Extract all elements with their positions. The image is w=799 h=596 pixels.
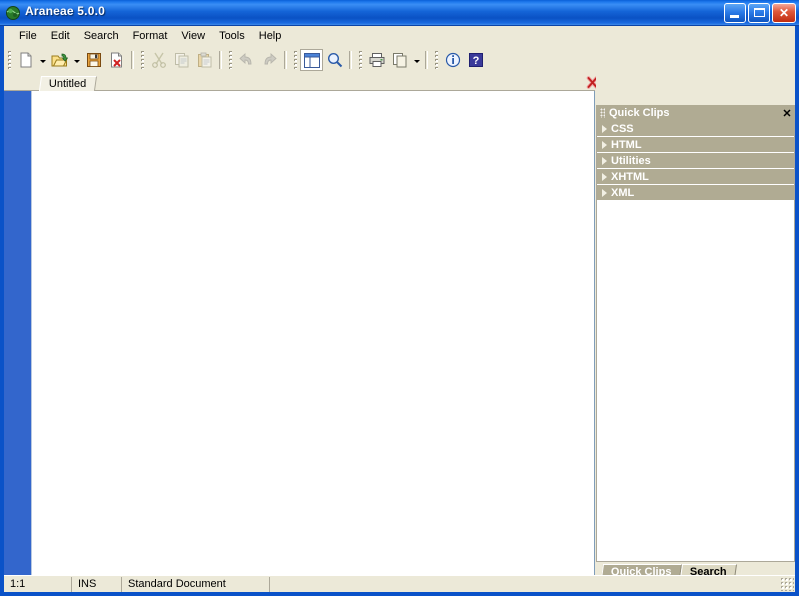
toolbar: ? bbox=[4, 46, 795, 74]
print-preview-button[interactable] bbox=[388, 49, 411, 71]
status-bar: 1:1 INS Standard Document bbox=[4, 575, 795, 592]
toolbar-separator bbox=[425, 51, 428, 69]
menu-bar: File Edit Search Format View Tools Help bbox=[4, 26, 795, 46]
panel-drag-grip[interactable] bbox=[600, 108, 605, 118]
toolbar-grip[interactable] bbox=[435, 51, 438, 69]
svg-text:?: ? bbox=[472, 55, 479, 67]
quick-clips-panel: Quick Clips ✕ CSS HTML Utilities XHTML X… bbox=[596, 74, 795, 581]
chevron-right-icon bbox=[597, 141, 611, 149]
application-window: Araneae 5.0.0 ✕ File Edit Search Format … bbox=[0, 0, 799, 596]
menu-view[interactable]: View bbox=[174, 28, 212, 44]
clip-category-xml[interactable]: XML bbox=[597, 185, 794, 201]
cut-button[interactable] bbox=[147, 49, 170, 71]
window-body: File Edit Search Format View Tools Help bbox=[0, 26, 799, 596]
close-icon: ✕ bbox=[778, 6, 790, 20]
editor-gutter bbox=[4, 91, 32, 580]
tab-label: Untitled bbox=[48, 78, 87, 90]
panel-title: Quick Clips bbox=[609, 107, 670, 119]
menu-format[interactable]: Format bbox=[126, 28, 175, 44]
toolbar-separator bbox=[131, 51, 134, 69]
editor-frame bbox=[4, 91, 595, 581]
panel-header: Quick Clips ✕ bbox=[596, 105, 795, 121]
menu-tools[interactable]: Tools bbox=[212, 28, 252, 44]
title-bar: Araneae 5.0.0 ✕ bbox=[0, 0, 799, 26]
clip-category-label: HTML bbox=[611, 138, 642, 151]
chevron-right-icon bbox=[597, 173, 611, 181]
toolbar-grip[interactable] bbox=[8, 51, 11, 69]
chevron-right-icon bbox=[597, 189, 611, 197]
print-button[interactable] bbox=[365, 49, 388, 71]
toolbar-separator bbox=[349, 51, 352, 69]
minimize-button[interactable] bbox=[724, 3, 746, 23]
menu-help[interactable]: Help bbox=[252, 28, 289, 44]
open-document-dropdown[interactable] bbox=[71, 49, 82, 71]
menu-file[interactable]: File bbox=[12, 28, 44, 44]
panel-close-icon[interactable]: ✕ bbox=[779, 107, 795, 120]
toolbar-grip[interactable] bbox=[229, 51, 232, 69]
toggle-panel-button[interactable] bbox=[300, 49, 323, 71]
copy-button[interactable] bbox=[170, 49, 193, 71]
menu-search[interactable]: Search bbox=[77, 28, 126, 44]
chevron-right-icon bbox=[597, 125, 611, 133]
clip-category-utilities[interactable]: Utilities bbox=[597, 153, 794, 169]
redo-button[interactable] bbox=[258, 49, 281, 71]
open-document-button[interactable] bbox=[48, 49, 71, 71]
status-document-type: Standard Document bbox=[122, 576, 270, 592]
menu-edit[interactable]: Edit bbox=[44, 28, 77, 44]
new-document-button[interactable] bbox=[14, 49, 37, 71]
window-controls: ✕ bbox=[724, 3, 796, 23]
minimize-icon bbox=[730, 15, 739, 18]
save-document-button[interactable] bbox=[82, 49, 105, 71]
toolbar-separator bbox=[219, 51, 222, 69]
maximize-icon bbox=[754, 8, 765, 17]
status-cursor-position: 1:1 bbox=[4, 576, 72, 592]
clip-category-html[interactable]: HTML bbox=[597, 137, 794, 153]
toolbar-grip[interactable] bbox=[359, 51, 362, 69]
undo-button[interactable] bbox=[235, 49, 258, 71]
new-document-dropdown[interactable] bbox=[37, 49, 48, 71]
window-title: Araneae 5.0.0 bbox=[25, 4, 105, 18]
chevron-right-icon bbox=[597, 157, 611, 165]
editor-area bbox=[4, 91, 595, 581]
toolbar-grip[interactable] bbox=[141, 51, 144, 69]
clip-category-xhtml[interactable]: XHTML bbox=[597, 169, 794, 185]
clip-category-css[interactable]: CSS bbox=[597, 121, 794, 137]
clip-category-label: XML bbox=[611, 186, 635, 199]
info-button[interactable] bbox=[441, 49, 464, 71]
resize-grip[interactable] bbox=[780, 577, 794, 591]
quick-clips-category-list: CSS HTML Utilities XHTML XML bbox=[596, 121, 795, 562]
tab-untitled[interactable]: Untitled bbox=[38, 76, 98, 91]
status-insert-mode: INS bbox=[72, 576, 122, 592]
print-preview-dropdown[interactable] bbox=[411, 49, 422, 71]
close-document-button[interactable] bbox=[105, 49, 128, 71]
paste-button[interactable] bbox=[193, 49, 216, 71]
spider-globe-icon bbox=[5, 5, 21, 21]
toolbar-grip[interactable] bbox=[294, 51, 297, 69]
clip-category-label: XHTML bbox=[611, 170, 649, 183]
close-window-button[interactable]: ✕ bbox=[772, 3, 796, 23]
status-extra bbox=[270, 577, 795, 592]
help-button[interactable]: ? bbox=[464, 49, 487, 71]
maximize-button[interactable] bbox=[748, 3, 770, 23]
toolbar-separator bbox=[284, 51, 287, 69]
clip-category-label: Utilities bbox=[611, 154, 651, 167]
preview-button[interactable] bbox=[323, 49, 346, 71]
clip-category-label: CSS bbox=[611, 122, 634, 135]
text-editor[interactable] bbox=[33, 91, 594, 580]
